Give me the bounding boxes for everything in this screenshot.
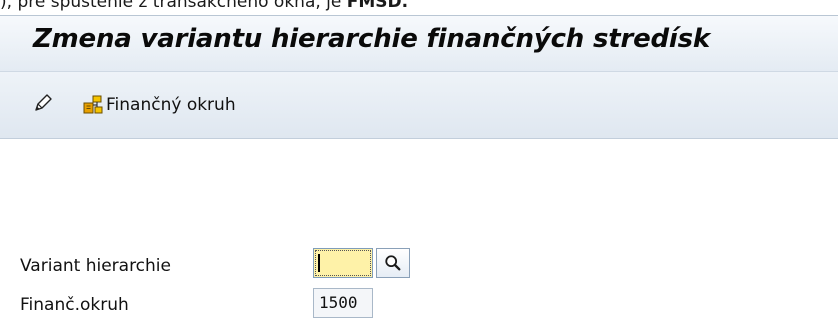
finance-area-button[interactable]: Finančný okruh bbox=[83, 94, 236, 116]
variant-hierarchy-input[interactable] bbox=[313, 248, 373, 278]
magnifier-icon bbox=[385, 255, 401, 271]
finance-area-field-label: Finanč.okruh bbox=[20, 295, 129, 315]
variant-hierarchy-label: Variant hierarchie bbox=[20, 256, 171, 276]
title-bar: Zmena variantu hierarchie finančných str… bbox=[0, 15, 838, 71]
finance-area-input[interactable]: 1500 bbox=[313, 288, 373, 318]
hierarchy-icon bbox=[83, 95, 103, 114]
application-toolbar: Finančný okruh bbox=[0, 71, 838, 139]
text-cursor bbox=[318, 254, 320, 272]
finance-area-label: Finančný okruh bbox=[106, 95, 236, 115]
pencil-icon[interactable] bbox=[33, 93, 53, 113]
sap-screen: ), pre spustenie z transakčného okna, je… bbox=[0, 0, 838, 327]
document-text-line: ), pre spustenie z transakčného okna, je… bbox=[0, 0, 838, 13]
transaction-code: FMSD. bbox=[346, 0, 409, 12]
page-title: Zmena variantu hierarchie finančných str… bbox=[33, 24, 711, 54]
value-help-button[interactable] bbox=[376, 248, 410, 278]
document-text: ), pre spustenie z transakčného okna, je bbox=[0, 0, 347, 12]
